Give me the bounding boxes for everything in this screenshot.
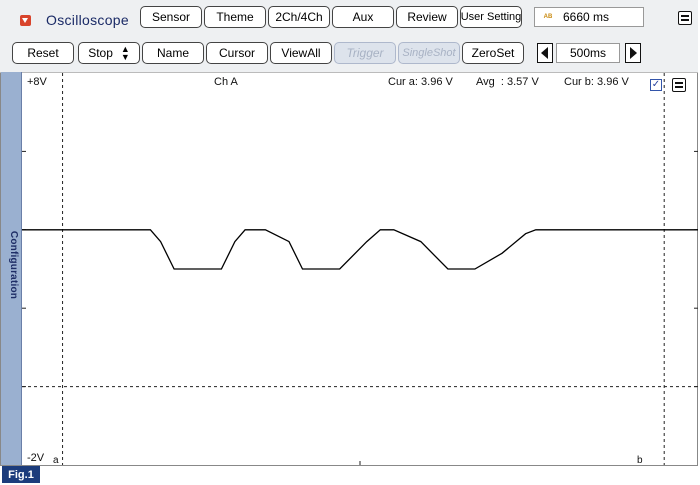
cursor-b-readout-label: Cur b [564, 76, 591, 88]
review-button[interactable]: Review [396, 6, 458, 28]
plot-menu-icon[interactable] [672, 78, 686, 92]
window-menu-icon[interactable] [678, 11, 692, 25]
figure-label: Fig.1 [2, 466, 40, 483]
y-max-label: +8V [27, 76, 47, 88]
user-setting-button[interactable]: User Setting [460, 6, 522, 28]
toolbar: Oscilloscope Sensor Theme 2Ch/4Ch Aux Re… [0, 0, 698, 73]
timebase-decrease-icon[interactable] [537, 43, 553, 63]
cursor-a-readout: Cur a: 3.96 V [388, 76, 453, 88]
cursor-a-readout-label: Cur a [388, 76, 415, 88]
elapsed-time-value: 6660 ms [563, 10, 610, 24]
trigger-button[interactable]: Trigger [334, 42, 396, 64]
average-readout-label: Avg [476, 76, 495, 88]
aux-button[interactable]: Aux [332, 6, 394, 28]
cursor-button[interactable]: Cursor [206, 42, 268, 64]
channel-a-trace [22, 229, 698, 270]
cursor-a-marker: a [53, 455, 59, 466]
up-down-icon: ▲ ▼ [120, 44, 130, 62]
y-min-label: -2V [27, 452, 45, 464]
waveform-plot[interactable] [22, 73, 698, 465]
timebase-increase-icon[interactable] [625, 43, 641, 63]
reset-button[interactable]: Reset [12, 42, 74, 64]
cursor-b-marker: b [637, 455, 643, 466]
channel-mode-button[interactable]: 2Ch/4Ch [268, 6, 330, 28]
theme-button[interactable]: Theme [204, 6, 266, 28]
cursor-b-readout-value: 3.96 V [597, 76, 629, 88]
single-shot-button[interactable]: SingleShot [398, 42, 460, 64]
run-state-label: Stop [88, 46, 113, 60]
zero-set-button[interactable]: ZeroSet [462, 42, 524, 64]
ab-badge-icon: AB [543, 14, 553, 20]
app-title: Oscilloscope [46, 12, 129, 28]
dropdown-menu-icon[interactable] [20, 15, 31, 26]
average-readout: Avg : 3.57 V [476, 76, 539, 88]
average-readout-value: 3.57 V [507, 76, 539, 88]
elapsed-time-display: AB 6660 ms [534, 7, 644, 27]
configuration-label: Configuration [8, 230, 19, 300]
axis-ticks [22, 150, 698, 465]
configuration-panel-tab[interactable]: Configuration [1, 72, 22, 465]
view-all-button[interactable]: ViewAll [270, 42, 332, 64]
timebase-display: 500ms [556, 43, 620, 63]
cursor-a-readout-value: 3.96 V [421, 76, 453, 88]
sensor-button[interactable]: Sensor [140, 6, 202, 28]
run-state-select[interactable]: Stop ▲ ▼ [78, 42, 140, 64]
channel-label: Ch A [214, 76, 238, 88]
name-button[interactable]: Name [142, 42, 204, 64]
channel-visible-checkbox[interactable]: ✓ [650, 79, 662, 91]
cursor-b-readout: Cur b: 3.96 V [564, 76, 629, 88]
